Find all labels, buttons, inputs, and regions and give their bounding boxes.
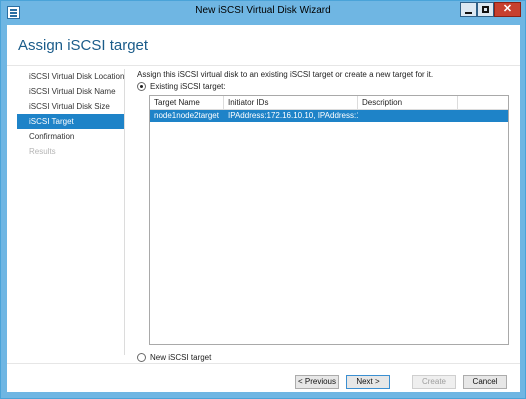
title-bar[interactable]: New iSCSI Virtual Disk Wizard ✕ <box>1 1 525 23</box>
column-target-name[interactable]: Target Name <box>150 96 224 109</box>
new-target-radio[interactable] <box>137 353 146 362</box>
minimize-button[interactable] <box>460 2 477 17</box>
column-description[interactable]: Description <box>358 96 458 109</box>
cancel-button[interactable]: Cancel <box>463 375 507 389</box>
wizard-content: Assign iSCSI target iSCSI Virtual Disk L… <box>7 25 520 392</box>
new-target-option[interactable]: New iSCSI target <box>137 353 211 362</box>
close-button[interactable]: ✕ <box>494 2 521 17</box>
table-header: Target Name Initiator IDs Description <box>150 96 508 110</box>
nav-item-virtual-disk-location[interactable]: iSCSI Virtual Disk Location <box>17 69 125 84</box>
next-button[interactable]: Next > <box>346 375 390 389</box>
nav-item-virtual-disk-name[interactable]: iSCSI Virtual Disk Name <box>17 84 125 99</box>
minimize-icon <box>465 12 472 14</box>
description-text: Assign this iSCSI virtual disk to an exi… <box>137 70 434 79</box>
existing-target-option[interactable]: Existing iSCSI target: <box>137 82 226 91</box>
footer-divider <box>7 363 520 364</box>
header-divider <box>7 65 520 66</box>
wizard-window: New iSCSI Virtual Disk Wizard ✕ Assign i… <box>0 0 526 399</box>
maximize-icon <box>482 6 489 13</box>
page-title: Assign iSCSI target <box>18 37 149 54</box>
nav-divider <box>124 69 125 355</box>
maximize-button[interactable] <box>477 2 494 17</box>
nav-item-confirmation[interactable]: Confirmation <box>17 129 125 144</box>
create-button[interactable]: Create <box>412 375 456 389</box>
table-row[interactable]: node1node2target IPAddress:172.16.10.10,… <box>150 110 508 122</box>
cell-initiator-ids: IPAddress:172.16.10.10, IPAddress:1... <box>228 111 358 120</box>
existing-target-radio[interactable] <box>137 82 146 91</box>
nav-item-virtual-disk-size[interactable]: iSCSI Virtual Disk Size <box>17 99 125 114</box>
column-initiator-ids[interactable]: Initiator IDs <box>224 96 358 109</box>
previous-button[interactable]: < Previous <box>295 375 339 389</box>
new-target-label: New iSCSI target <box>150 353 212 362</box>
cell-description <box>358 110 458 122</box>
nav-item-iscsi-target[interactable]: iSCSI Target <box>17 114 125 129</box>
targets-table[interactable]: Target Name Initiator IDs Description no… <box>149 95 509 345</box>
nav-item-results: Results <box>29 147 56 156</box>
wizard-nav: iSCSI Virtual Disk Location iSCSI Virtua… <box>17 69 125 159</box>
window-title: New iSCSI Virtual Disk Wizard <box>195 5 331 16</box>
existing-target-label: Existing iSCSI target: <box>150 82 226 91</box>
close-icon: ✕ <box>502 3 513 15</box>
cell-target-name: node1node2target <box>154 111 219 120</box>
